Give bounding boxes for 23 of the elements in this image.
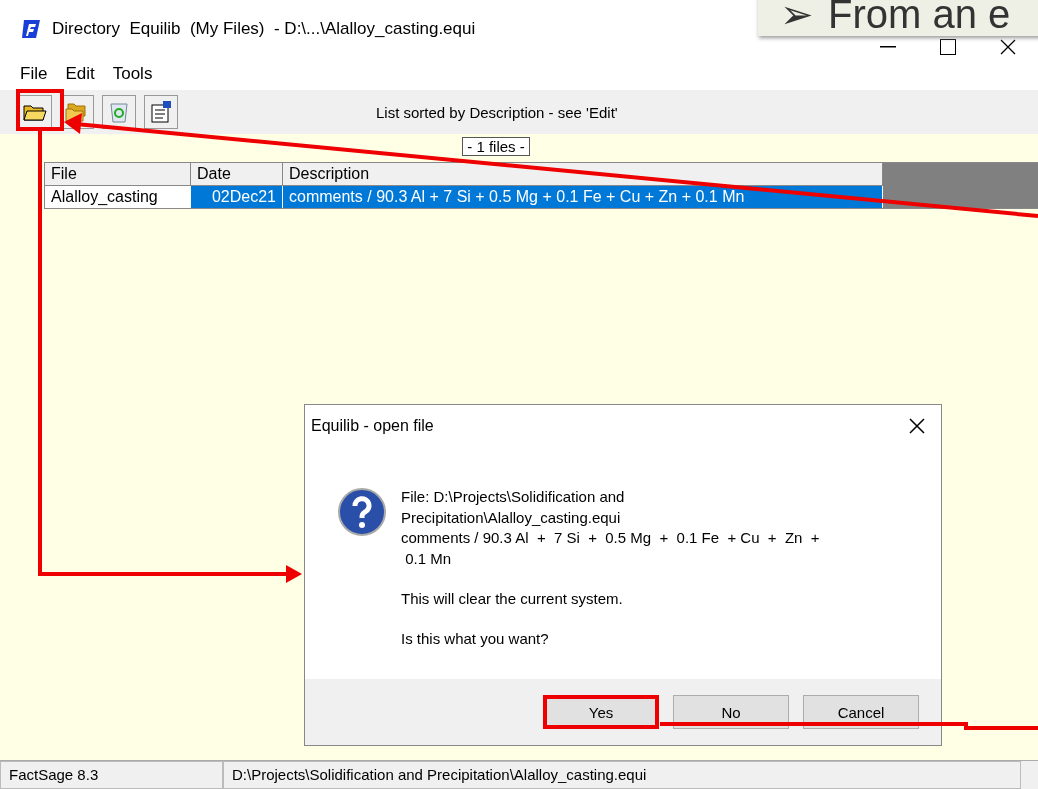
callout-text: From an e — [828, 0, 1011, 36]
menu-item[interactable]: Tools — [112, 64, 153, 84]
file-count: - 1 files - — [462, 137, 530, 156]
column-header[interactable]: Description — [283, 163, 883, 186]
question-text: Is this what you want? — [401, 629, 550, 649]
menu-item[interactable]: File — [20, 64, 48, 84]
menu-item[interactable]: Edit — [65, 64, 95, 84]
table-cell[interactable]: comments / 90.3 Al + 7 Si + 0.5 Mg + 0.1 Fe + Cu + Zn + 0.1 Mn — [283, 186, 883, 208]
callout-bullet: ➢ — [780, 0, 814, 36]
column-header[interactable]: Date — [191, 163, 283, 186]
status-text: FactSage 8.3 — [0, 761, 223, 789]
status-text: D:\Projects\Solidification and Precipitation\Alalloy_casting.equi — [223, 761, 1021, 789]
warning-text: This will clear the current system. — [401, 589, 624, 609]
dialog-title: Equilib - open file — [311, 417, 434, 435]
column-header[interactable]: File — [45, 163, 191, 186]
message-line: File: D:\Projects\Solidification and — [401, 487, 626, 507]
message-line: Precipitation\Alalloy_casting.equi — [401, 507, 622, 528]
dialog-button[interactable]: Yes — [543, 695, 659, 729]
message-line: comments / 90.3 Al + 7 Si + 0.5 Mg + 0.1 Fe + Cu + Zn + — [401, 528, 820, 548]
sort-note: List sorted by Description - see 'Edit' — [376, 103, 618, 121]
table-cell[interactable]: 02Dec21 — [191, 186, 283, 208]
window-title: Directory Equilib (My Files) - D:\...\Alalloy_casting.equi — [52, 19, 476, 39]
message-line: 0.1 Mn — [404, 548, 453, 569]
